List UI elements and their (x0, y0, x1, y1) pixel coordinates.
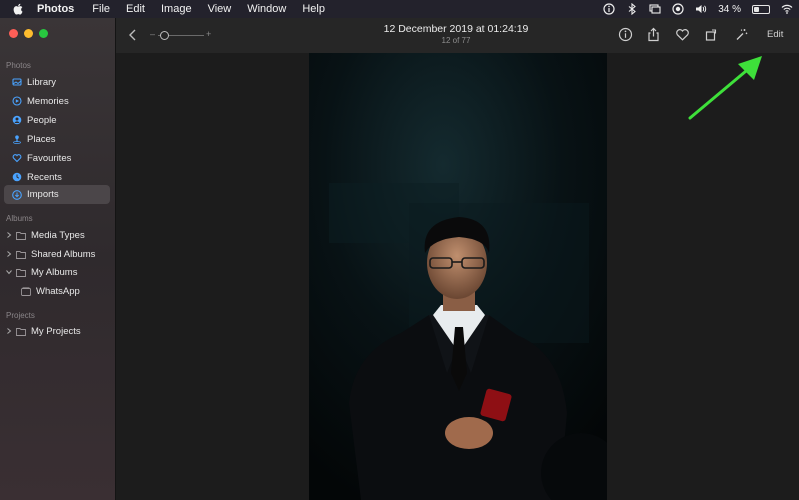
sidebar-item-label: Media Types (31, 229, 85, 241)
photo-title: 12 December 2019 at 01:24:19 12 of 77 (336, 23, 576, 45)
volume-icon[interactable] (695, 3, 707, 15)
sidebar: Photos Library Memories People Places Fa… (0, 18, 116, 500)
screen-mirror-icon[interactable] (649, 3, 661, 15)
sidebar-item-imports[interactable]: Imports (4, 185, 110, 204)
sidebar-item-media-types[interactable]: Media Types (4, 226, 110, 244)
apple-icon[interactable] (11, 3, 25, 15)
back-chevron-icon[interactable] (126, 28, 140, 42)
imports-icon (12, 189, 22, 200)
sidebar-item-whatsapp[interactable]: WhatsApp (4, 282, 110, 300)
folder-icon (16, 268, 26, 277)
menu-view[interactable]: View (208, 3, 232, 15)
sidebar-item-label: Memories (27, 95, 69, 107)
sidebar-item-label: Places (27, 133, 56, 145)
menu-app-name[interactable]: Photos (37, 3, 74, 15)
section-albums: Albums (6, 214, 33, 223)
section-photos: Photos (6, 61, 31, 70)
sidebar-item-label: Recents (27, 171, 62, 183)
menu-bar: Photos File Edit Image View Window Help … (0, 0, 799, 18)
sidebar-item-label: People (27, 114, 57, 126)
sidebar-item-label: Imports (27, 189, 59, 200)
sidebar-item-my-albums[interactable]: My Albums (4, 263, 110, 281)
sidebar-item-places[interactable]: Places (4, 130, 110, 148)
share-icon[interactable] (646, 27, 661, 42)
sidebar-item-label: My Projects (31, 325, 81, 337)
chevron-right-icon[interactable] (5, 231, 13, 239)
sidebar-item-label: Library (27, 76, 57, 88)
rotate-icon[interactable] (704, 27, 719, 42)
battery-fill (754, 6, 759, 12)
window-controls (9, 29, 48, 38)
clock-icon (12, 172, 22, 182)
heart-icon[interactable] (675, 27, 690, 42)
photos-window: Photos Library Memories People Places Fa… (0, 18, 799, 500)
menu-help[interactable]: Help (302, 3, 325, 15)
menu-window[interactable]: Window (247, 3, 286, 15)
sidebar-item-my-projects[interactable]: My Projects (4, 322, 110, 340)
sidebar-item-favourites[interactable]: Favourites (4, 149, 110, 167)
chevron-down-icon[interactable] (5, 268, 13, 276)
memories-icon (12, 96, 22, 106)
photo-count: 12 of 77 (441, 36, 471, 45)
album-icon (21, 286, 31, 296)
wifi-icon[interactable] (781, 3, 793, 15)
sidebar-item-shared-albums[interactable]: Shared Albums (4, 245, 110, 263)
zoom-slider[interactable]: – + (150, 29, 212, 41)
zoom-in-icon[interactable]: + (206, 29, 211, 39)
annotation-arrow-icon (688, 56, 762, 120)
person-photo (309, 53, 607, 500)
sidebar-item-recents[interactable]: Recents (4, 168, 110, 186)
sidebar-item-label: Shared Albums (31, 248, 96, 260)
photo-date: 12 December 2019 at 01:24:19 (383, 23, 529, 35)
people-icon (12, 115, 22, 125)
zoom-out-icon[interactable]: – (150, 29, 155, 39)
folder-icon (16, 327, 26, 336)
close-button[interactable] (9, 29, 18, 38)
photo-image[interactable] (309, 53, 607, 500)
chevron-right-icon[interactable] (5, 250, 13, 258)
status-area: 34 % (603, 0, 793, 18)
sidebar-item-label: Favourites (27, 152, 72, 164)
bluetooth-icon[interactable] (626, 3, 638, 15)
sidebar-item-label: My Albums (31, 266, 78, 278)
magic-wand-icon[interactable] (734, 27, 749, 42)
folder-icon (16, 250, 26, 259)
edit-button[interactable]: Edit (767, 29, 783, 40)
places-icon (13, 135, 21, 144)
section-projects: Projects (6, 311, 35, 320)
battery-icon[interactable] (752, 4, 770, 14)
sidebar-item-library[interactable]: Library (4, 73, 110, 91)
sidebar-item-memories[interactable]: Memories (4, 92, 110, 110)
sidebar-item-people[interactable]: People (4, 111, 110, 129)
menu-file[interactable]: File (92, 3, 110, 15)
heart-icon (12, 154, 22, 163)
zoom-button[interactable] (39, 29, 48, 38)
info-status-icon[interactable] (603, 3, 615, 15)
battery-percent: 34 % (718, 3, 741, 15)
menu-image[interactable]: Image (161, 3, 192, 15)
folder-icon (16, 231, 26, 240)
minimize-button[interactable] (24, 29, 33, 38)
zoom-knob[interactable] (160, 31, 169, 40)
menu-edit[interactable]: Edit (126, 3, 145, 15)
chevron-right-icon[interactable] (5, 327, 13, 335)
info-icon[interactable] (618, 27, 633, 42)
record-icon[interactable] (672, 3, 684, 15)
library-icon (12, 78, 22, 86)
sidebar-item-label: WhatsApp (36, 285, 80, 297)
